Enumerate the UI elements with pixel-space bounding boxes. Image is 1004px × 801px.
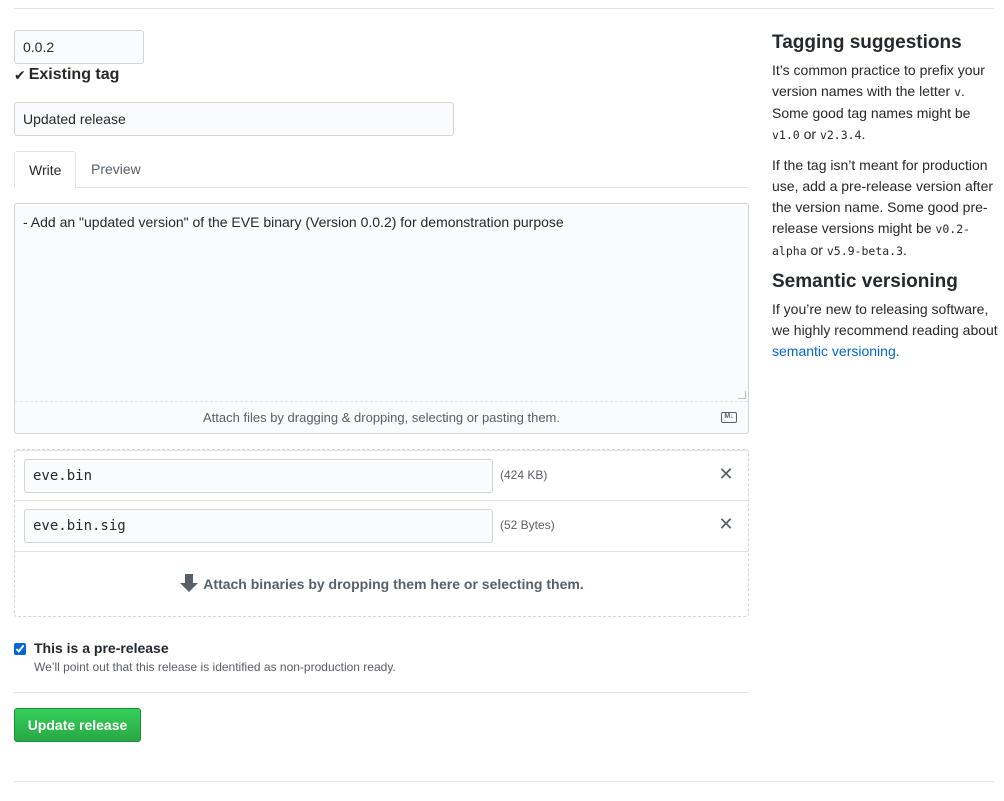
text: . — [903, 242, 907, 258]
release-title-input[interactable] — [14, 102, 454, 136]
tag-version-input[interactable] — [14, 30, 144, 64]
attach-files-hint: Attach files by dragging & dropping, sel… — [203, 410, 560, 425]
asset-size: (424 KB) — [500, 468, 548, 482]
existing-tag-status: ✔ Existing tag — [14, 66, 119, 84]
asset-row: (424 KB) ✕ — [15, 450, 748, 501]
asset-row: (52 Bytes) ✕ — [15, 501, 748, 552]
code: v — [954, 85, 962, 99]
asset-size: (52 Bytes) — [500, 518, 555, 532]
release-notes-textarea[interactable]: - Add an "updated version" of the EVE bi… — [15, 204, 748, 402]
code: v1.0 — [772, 128, 800, 142]
prerelease-suggestions-text: If the tag isn’t meant for production us… — [772, 155, 998, 262]
text: or — [799, 126, 820, 142]
resize-handle-icon[interactable] — [738, 391, 746, 399]
prerelease-note: We’ll point out that this release is ide… — [34, 660, 396, 674]
tab-write[interactable]: Write — [14, 151, 77, 189]
markdown-icon[interactable]: M↓ — [721, 412, 737, 423]
check-icon: ✔ — [14, 66, 26, 83]
prerelease-checkbox[interactable] — [14, 643, 26, 655]
semantic-versioning-heading: Semantic versioning — [772, 271, 958, 292]
semantic-versioning-text: If you’re new to releasing software, we … — [772, 299, 998, 362]
asset-name-input[interactable] — [24, 509, 493, 543]
attach-files-bar[interactable]: Attach files by dragging & dropping, sel… — [15, 401, 748, 433]
tagging-suggestions-text: It’s common practice to prefix your vers… — [772, 60, 998, 146]
drop-zone-hint: Attach binaries by dropping them here or… — [203, 576, 584, 592]
asset-name-input[interactable] — [24, 459, 493, 493]
prerelease-label[interactable]: This is a pre-release — [34, 640, 169, 656]
binary-assets-area: (424 KB) ✕ (52 Bytes) ✕ Attach binaries … — [14, 449, 749, 617]
update-release-button[interactable]: Update release — [14, 708, 141, 742]
tagging-suggestions-heading: Tagging suggestions — [772, 32, 962, 53]
code: v5.9-beta.3 — [826, 244, 904, 258]
text: If you’re new to releasing software, we … — [772, 301, 998, 338]
sidebar-help: Tagging suggestions It’s common practice… — [772, 32, 998, 371]
text: It’s common practice to prefix your vers… — [772, 62, 985, 99]
arrow-down-icon — [180, 574, 199, 593]
remove-asset-close-icon[interactable]: ✕ — [718, 515, 734, 533]
release-notes-editor: - Add an "updated version" of the EVE bi… — [14, 203, 749, 434]
semantic-versioning-link[interactable]: semantic versioning. — [772, 343, 900, 359]
text: . — [861, 126, 866, 142]
text: or — [806, 242, 827, 258]
bottom-divider — [14, 781, 994, 782]
top-divider — [14, 8, 994, 9]
editor-tabs: Write Preview — [14, 151, 748, 189]
tab-preview[interactable]: Preview — [77, 151, 155, 188]
remove-asset-close-icon[interactable]: ✕ — [718, 465, 734, 483]
binary-drop-zone[interactable]: Attach binaries by dropping them here or… — [15, 552, 748, 616]
existing-tag-label: Existing tag — [28, 66, 120, 83]
form-divider — [14, 692, 749, 693]
code: v2.3.4 — [819, 128, 862, 142]
